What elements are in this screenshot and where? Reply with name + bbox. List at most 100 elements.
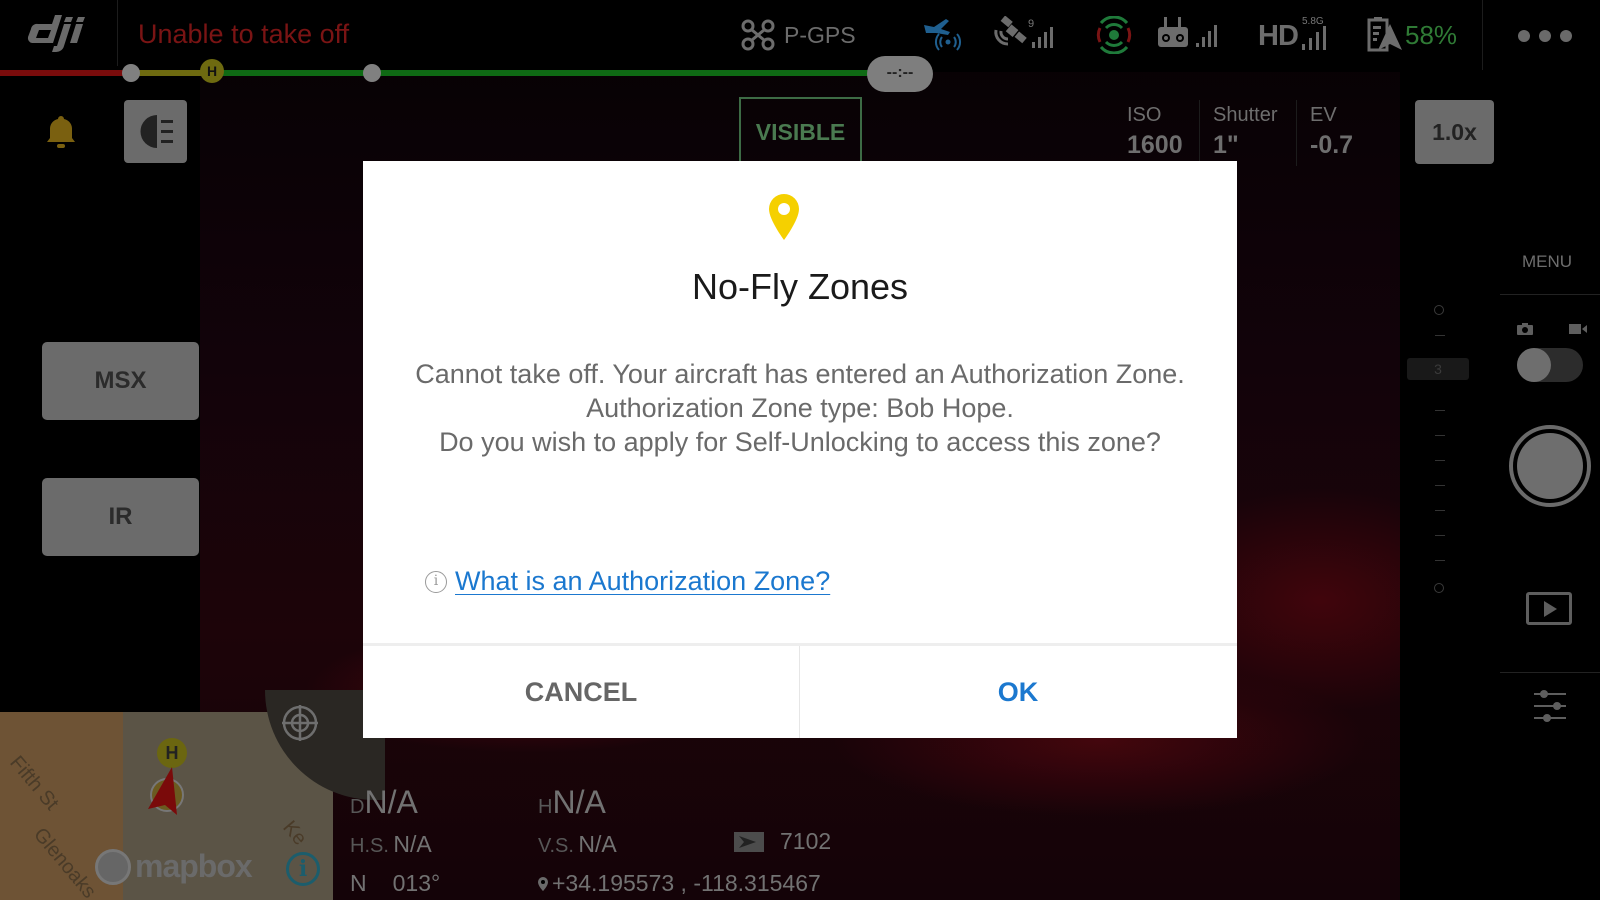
shutter-value: 1" xyxy=(1213,131,1239,159)
hs-label: H.S. xyxy=(350,835,389,857)
ev-scale-tick xyxy=(1435,335,1445,336)
authorization-zone-link[interactable]: What is an Authorization Zone? xyxy=(455,566,830,597)
heading-label: N xyxy=(350,870,367,896)
authorization-zone-info[interactable]: i What is an Authorization Zone? xyxy=(425,566,830,597)
vs-label: V.S. xyxy=(538,835,574,857)
dialog-message-line: Cannot take off. Your aircraft has enter… xyxy=(415,359,1185,389)
logo-divider xyxy=(117,0,118,66)
ev-scale-tick xyxy=(1435,535,1445,536)
top-status-bar: Unable to take off P-GPS 9 HD 5.8G 58% xyxy=(0,0,1600,72)
battery-percent: 58% xyxy=(1405,20,1458,50)
remote-controller-icon[interactable] xyxy=(1156,15,1226,51)
home-marker: H xyxy=(200,59,224,83)
mapbox-label: mapbox xyxy=(135,848,253,884)
hs-value: N/A xyxy=(393,831,432,857)
param-divider xyxy=(1199,100,1200,166)
flight-counter-icon xyxy=(734,831,764,852)
zoom-button[interactable]: 1.0x xyxy=(1415,100,1494,164)
progress-segment-green xyxy=(211,70,871,76)
ev-scale-tick xyxy=(1435,560,1445,561)
vs-value: N/A xyxy=(578,831,617,857)
more-options-button[interactable] xyxy=(1518,30,1572,42)
iso-label: ISO xyxy=(1127,104,1162,126)
photo-mode-icon[interactable] xyxy=(1516,322,1534,336)
ev-scale-tick xyxy=(1435,510,1445,511)
ev-scale-tick xyxy=(1435,410,1445,411)
dialog-message-line: Authorization Zone type: Bob Hope. xyxy=(586,393,1014,423)
distance-value: N/A xyxy=(364,784,418,820)
aircraft-icon xyxy=(741,19,775,51)
distance-label: D xyxy=(350,796,365,818)
takeoff-signal-icon[interactable] xyxy=(922,15,962,51)
hd-signal-icon[interactable] xyxy=(1300,26,1336,50)
right-panel-divider xyxy=(1500,294,1600,295)
ev-scale-slider[interactable] xyxy=(1430,300,1450,600)
video-mode-icon[interactable] xyxy=(1568,322,1588,336)
coordinates-value: +34.195573 , -118.315467 xyxy=(552,870,821,896)
location-pin-icon xyxy=(769,194,799,240)
cancel-button[interactable]: CANCEL xyxy=(363,646,799,738)
camera-settings-sliders-icon[interactable] xyxy=(1532,688,1568,724)
auxiliary-light-button[interactable] xyxy=(124,100,187,163)
flight-mode-label: P-GPS xyxy=(784,21,856,48)
gps-satellite-icon[interactable] xyxy=(992,16,1062,50)
shutter-label: Shutter xyxy=(1213,104,1278,126)
progress-node xyxy=(363,64,381,82)
battery-icon[interactable] xyxy=(1366,16,1404,54)
height-value: N/A xyxy=(552,784,606,820)
hd-link-label: HD xyxy=(1258,20,1299,52)
playback-button[interactable] xyxy=(1526,592,1572,625)
vertical-speed-readout: V.S. N/A xyxy=(538,831,617,858)
map-info-button[interactable]: i xyxy=(286,852,320,886)
gps-coordinates-readout: +34.195573 , -118.315467 xyxy=(538,870,821,897)
dialog-title: No-Fly Zones xyxy=(691,266,909,307)
obstacle-sensing-icon[interactable] xyxy=(1095,16,1133,54)
mapbox-attribution[interactable]: mapbox xyxy=(95,848,253,885)
toggle-knob xyxy=(1517,348,1551,382)
ir-mode-button[interactable]: IR xyxy=(42,478,199,556)
ev-scale-end xyxy=(1434,583,1444,593)
height-readout: HN/A xyxy=(538,784,606,821)
param-divider xyxy=(1296,100,1297,166)
ev-scale-value: 3 xyxy=(1407,358,1469,380)
shutter-button-inner xyxy=(1517,433,1583,499)
progress-segment-red xyxy=(0,70,131,76)
top-bar-divider xyxy=(1482,0,1483,70)
iso-value: 1600 xyxy=(1127,131,1183,159)
dot-icon xyxy=(1560,30,1572,42)
dji-logo[interactable] xyxy=(26,14,92,54)
flight-mode-indicator[interactable]: P-GPS xyxy=(740,18,856,52)
progress-node xyxy=(122,64,140,82)
recenter-target-icon xyxy=(282,705,318,741)
ev-label: EV xyxy=(1310,104,1337,126)
ev-value: -0.7 xyxy=(1310,131,1354,159)
ev-scale-tick xyxy=(1435,435,1445,436)
dot-icon xyxy=(1518,30,1530,42)
iso-setting[interactable]: ISO 1600 xyxy=(1127,104,1183,160)
notification-bell-icon[interactable] xyxy=(45,114,77,150)
menu-button[interactable]: MENU xyxy=(1522,252,1572,272)
ev-setting[interactable]: EV -0.7 xyxy=(1310,104,1353,160)
photo-video-toggle[interactable] xyxy=(1517,348,1583,382)
takeoff-status-message[interactable]: Unable to take off xyxy=(138,19,349,50)
msx-mode-button[interactable]: MSX xyxy=(42,342,199,420)
flight-time-countdown: --:-- xyxy=(867,56,933,92)
mapbox-logo-icon xyxy=(95,848,131,885)
map-street-label: Ke xyxy=(278,816,311,850)
progress-segment-yellow xyxy=(131,70,211,76)
shutter-button[interactable] xyxy=(1509,425,1591,507)
distance-readout: DN/A xyxy=(350,784,418,821)
map-home-label: H xyxy=(166,743,179,763)
ev-scale-end xyxy=(1434,305,1444,315)
takeoff-progress-line: H xyxy=(0,59,900,83)
ok-button[interactable]: OK xyxy=(800,646,1236,738)
dialog-message-line: Do you wish to apply for Self-Unlocking … xyxy=(439,427,1161,457)
ev-scale-tick xyxy=(1435,460,1445,461)
ev-scale-tick xyxy=(1435,485,1445,486)
location-pin-icon xyxy=(538,876,548,891)
headlight-icon xyxy=(140,115,173,148)
shutter-setting[interactable]: Shutter 1" xyxy=(1213,104,1277,160)
lens-visible-button[interactable]: VISIBLE xyxy=(739,97,862,163)
info-icon: i xyxy=(425,570,447,593)
height-label: H xyxy=(538,796,553,818)
